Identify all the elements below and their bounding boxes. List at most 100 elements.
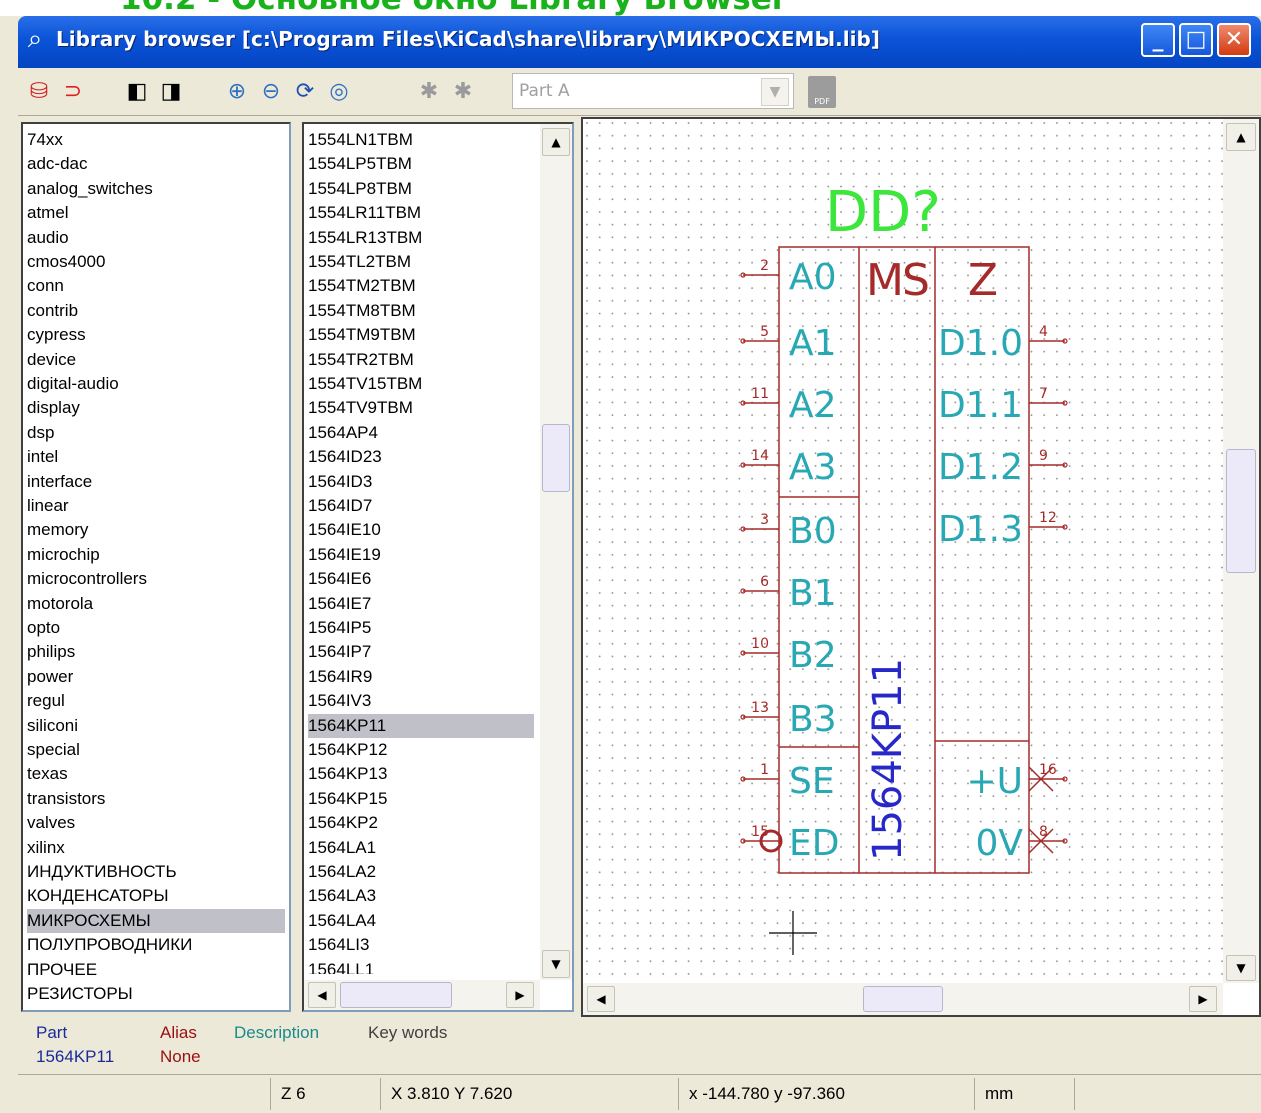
part-list-item[interactable]: 1554LP5TBM bbox=[308, 152, 534, 176]
library-list-item[interactable]: special bbox=[27, 738, 285, 762]
part-list-item[interactable]: 1564LA2 bbox=[308, 860, 534, 884]
part-list-item[interactable]: 1564KP15 bbox=[308, 787, 534, 811]
scroll-left-arrow-icon[interactable]: ◀ bbox=[308, 982, 336, 1008]
library-list-item[interactable]: motorola bbox=[27, 592, 285, 616]
canvas-scroll-right-icon[interactable]: ▶ bbox=[1189, 986, 1217, 1012]
part-list-item[interactable]: 1554TM8TBM bbox=[308, 299, 534, 323]
part-list-item[interactable]: 1564LL1 bbox=[308, 958, 534, 974]
canvas-scroll-left-icon[interactable]: ◀ bbox=[587, 986, 615, 1012]
close-button[interactable]: ✕ bbox=[1217, 23, 1251, 57]
library-list-item[interactable]: digital-audio bbox=[27, 372, 285, 396]
library-list-item[interactable]: regul bbox=[27, 689, 285, 713]
part-list-item[interactable]: 1564IE10 bbox=[308, 518, 534, 542]
part-list-item[interactable]: 1564IR9 bbox=[308, 665, 534, 689]
library-list-item[interactable]: display bbox=[27, 396, 285, 420]
library-list-item[interactable]: linear bbox=[27, 494, 285, 518]
part-list-item[interactable]: 1554LN1TBM bbox=[308, 128, 534, 152]
library-list-item[interactable]: cypress bbox=[27, 323, 285, 347]
library-list-item[interactable]: power bbox=[27, 665, 285, 689]
part-list-item[interactable]: 1564LA1 bbox=[308, 836, 534, 860]
part-list-item[interactable]: 1564AP4 bbox=[308, 421, 534, 445]
part-list-item[interactable]: 1554TV15TBM bbox=[308, 372, 534, 396]
redraw-icon[interactable]: ⟳ bbox=[290, 77, 320, 107]
canvas-vscroll-thumb[interactable] bbox=[1226, 449, 1256, 573]
minimize-button[interactable]: _ bbox=[1141, 23, 1175, 57]
part-list-item[interactable]: 1564LA3 bbox=[308, 884, 534, 908]
library-list-item[interactable]: dsp bbox=[27, 421, 285, 445]
zoom-auto-icon[interactable]: ◎ bbox=[324, 77, 354, 107]
select-library-icon[interactable]: ⛁ bbox=[24, 77, 54, 107]
canvas-vscrollbar[interactable]: ▲ ▼ bbox=[1223, 119, 1259, 983]
part-list-item[interactable]: 1554TV9TBM bbox=[308, 396, 534, 420]
library-list-item[interactable]: xilinx bbox=[27, 836, 285, 860]
library-list-item[interactable]: opto bbox=[27, 616, 285, 640]
part-select[interactable]: Part A ▼ bbox=[512, 73, 794, 109]
library-list-item[interactable]: adc-dac bbox=[27, 152, 285, 176]
convert-body-icon[interactable]: ✱ bbox=[414, 77, 444, 107]
library-list-item[interactable]: ИНДУКТИВНОСТЬ bbox=[27, 860, 285, 884]
part-list-item[interactable]: 1564KP11 bbox=[308, 713, 534, 738]
part-list-item[interactable]: 1564ID23 bbox=[308, 445, 534, 469]
library-list-item[interactable]: МИКРОСХЕМЫ bbox=[27, 908, 285, 933]
part-list-item[interactable]: 1564ID7 bbox=[308, 494, 534, 518]
chevron-down-icon[interactable]: ▼ bbox=[761, 78, 789, 106]
zoom-out-icon[interactable]: ⊖ bbox=[256, 77, 286, 107]
canvas-scroll-up-icon[interactable]: ▲ bbox=[1226, 123, 1256, 151]
part-list-item[interactable]: 1554TM2TBM bbox=[308, 274, 534, 298]
part-list-item[interactable]: 1564IP5 bbox=[308, 616, 534, 640]
library-list-item[interactable]: valves bbox=[27, 811, 285, 835]
next-part-icon[interactable]: ◨ bbox=[156, 77, 186, 107]
part-list-hscrollbar[interactable]: ◀ ▶ bbox=[304, 980, 540, 1010]
maximize-button[interactable]: □ bbox=[1179, 23, 1213, 57]
library-list-item[interactable]: ПОЛУПРОВОДНИКИ bbox=[27, 933, 285, 957]
part-list-item[interactable]: 1564IE19 bbox=[308, 543, 534, 567]
canvas-hscrollbar[interactable]: ◀ ▶ bbox=[583, 983, 1223, 1015]
library-list-item[interactable]: transistors bbox=[27, 787, 285, 811]
library-list-item[interactable]: intel bbox=[27, 445, 285, 469]
library-list-item[interactable]: conn bbox=[27, 274, 285, 298]
scroll-up-arrow-icon[interactable]: ▲ bbox=[542, 128, 570, 156]
library-list-item[interactable]: cmos4000 bbox=[27, 250, 285, 274]
library-list-item[interactable]: philips bbox=[27, 640, 285, 664]
library-list-item[interactable]: atmel bbox=[27, 201, 285, 225]
library-list-item[interactable]: device bbox=[27, 348, 285, 372]
part-list-item[interactable]: 1554TR2TBM bbox=[308, 348, 534, 372]
normal-body-icon[interactable]: ✱ bbox=[448, 77, 478, 107]
library-list-item[interactable]: memory bbox=[27, 518, 285, 542]
part-list-item[interactable]: 1564ID3 bbox=[308, 470, 534, 494]
canvas-scroll-down-icon[interactable]: ▼ bbox=[1226, 955, 1256, 981]
part-list[interactable]: 1554LN1TBM 1554LP5TBM 1554LP8TBM 1554LR11TB… bbox=[302, 122, 574, 1012]
scroll-right-arrow-icon[interactable]: ▶ bbox=[506, 982, 534, 1008]
schematic-canvas[interactable]: DD? MS Z 1564KP11 2 A0 5 A1 11 A2 14 A3 3 B0 6 B1 10 B2 13… bbox=[581, 117, 1261, 1017]
scroll-down-arrow-icon[interactable]: ▼ bbox=[542, 950, 570, 978]
library-list-item[interactable]: РЕЗИСТОРЫ bbox=[27, 982, 285, 1006]
library-list-item[interactable]: 74xx bbox=[27, 128, 285, 152]
part-list-item[interactable]: 1554TL2TBM bbox=[308, 250, 534, 274]
zoom-in-icon[interactable]: ⊕ bbox=[222, 77, 252, 107]
pdf-icon[interactable]: PDF bbox=[808, 76, 836, 108]
part-list-item[interactable]: 1554TM9TBM bbox=[308, 323, 534, 347]
library-list-item[interactable]: texas bbox=[27, 762, 285, 786]
library-list-item[interactable]: contrib bbox=[27, 299, 285, 323]
part-list-item[interactable]: 1564LI3 bbox=[308, 933, 534, 957]
part-list-item[interactable]: 1564KP2 bbox=[308, 811, 534, 835]
part-list-item[interactable]: 1564IE6 bbox=[308, 567, 534, 591]
library-list-item[interactable]: interface bbox=[27, 470, 285, 494]
part-list-item[interactable]: 1564KP12 bbox=[308, 738, 534, 762]
canvas-hscroll-thumb[interactable] bbox=[863, 986, 943, 1012]
library-list-item[interactable]: audio bbox=[27, 226, 285, 250]
part-list-item[interactable]: 1554LR11TBM bbox=[308, 201, 534, 225]
part-list-item[interactable]: 1564KP13 bbox=[308, 762, 534, 786]
previous-part-icon[interactable]: ◧ bbox=[122, 77, 152, 107]
part-list-item[interactable]: 1564LA4 bbox=[308, 909, 534, 933]
part-list-item[interactable]: 1554LP8TBM bbox=[308, 177, 534, 201]
library-list-item[interactable]: siliconi bbox=[27, 714, 285, 738]
part-list-item[interactable]: 1564IE7 bbox=[308, 592, 534, 616]
library-list-item[interactable]: КОНДЕНСАТОРЫ bbox=[27, 884, 285, 908]
library-list-item[interactable]: microcontrollers bbox=[27, 567, 285, 591]
library-list-item[interactable]: analog_switches bbox=[27, 177, 285, 201]
select-part-icon[interactable]: ⊃ bbox=[58, 77, 88, 107]
part-list-scroll-thumb[interactable] bbox=[542, 424, 570, 492]
library-list[interactable]: 74xx adc-dac analog_switches atmel audio cmos… bbox=[21, 122, 291, 1012]
part-list-item[interactable]: 1554LR13TBM bbox=[308, 226, 534, 250]
